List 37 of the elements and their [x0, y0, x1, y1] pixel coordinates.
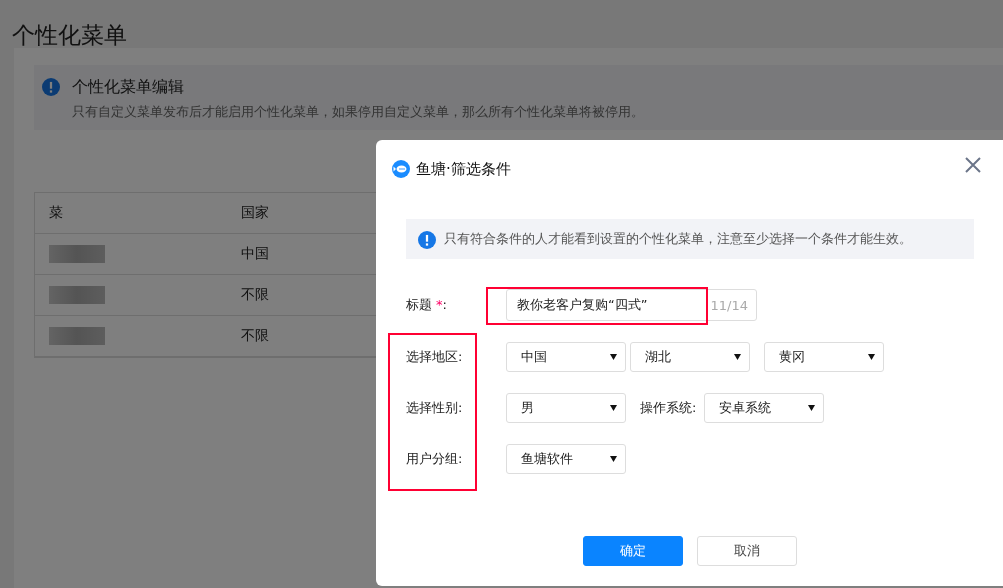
caret-icon	[610, 354, 617, 360]
cancel-button[interactable]: 取消	[697, 536, 797, 566]
caret-icon	[610, 456, 617, 462]
dropdown-select[interactable]: 鱼塘软件	[506, 444, 626, 474]
caret-icon	[734, 354, 741, 360]
dropdown-select[interactable]: 黄冈	[764, 342, 884, 372]
blurred-block	[49, 327, 105, 345]
char-counter: 11/14	[710, 297, 748, 313]
dropdown-select[interactable]: 中国	[506, 342, 626, 372]
field-label: 选择地区:	[405, 348, 464, 366]
close-icon[interactable]	[965, 157, 981, 173]
page-title: 个性化菜单	[11, 21, 128, 48]
notice-text: 只有自定义菜单发布后才能启用个性化菜单，如果停用自定义菜单，那么所有个性化菜单将被停用。	[72, 103, 644, 121]
info-icon	[42, 78, 60, 96]
dropdown-select[interactable]: 湖北	[630, 342, 750, 372]
notice-title: 个性化菜单编辑	[72, 77, 185, 98]
field-label: 选择性别:	[405, 399, 464, 417]
field-label: 标题 *:	[405, 296, 448, 314]
caret-icon	[868, 354, 875, 360]
caret-icon	[808, 405, 816, 411]
dropdown-select[interactable]: 男	[506, 393, 626, 423]
confirm-button[interactable]: 确定	[583, 536, 683, 566]
column-header: 菜	[49, 204, 64, 222]
info-icon	[418, 230, 436, 249]
table-cell-text: 不限	[241, 327, 270, 345]
fish-logo-icon	[392, 160, 410, 178]
column-header: 国家	[241, 204, 270, 222]
table-cell-text: 不限	[241, 286, 270, 304]
table-cell-text: 中国	[241, 245, 270, 263]
dialog-title: 鱼塘·筛选条件	[416, 159, 511, 179]
blurred-block	[49, 286, 105, 304]
caret-icon	[610, 405, 617, 411]
field-label: 用户分组:	[405, 450, 464, 468]
dropdown-select[interactable]: 安卓系统	[704, 393, 825, 423]
blurred-block	[49, 245, 105, 263]
field-label: 操作系统:	[640, 399, 697, 417]
hint-text: 只有符合条件的人才能看到设置的个性化菜单，注意至少选择一个条件才能生效。	[444, 230, 912, 248]
